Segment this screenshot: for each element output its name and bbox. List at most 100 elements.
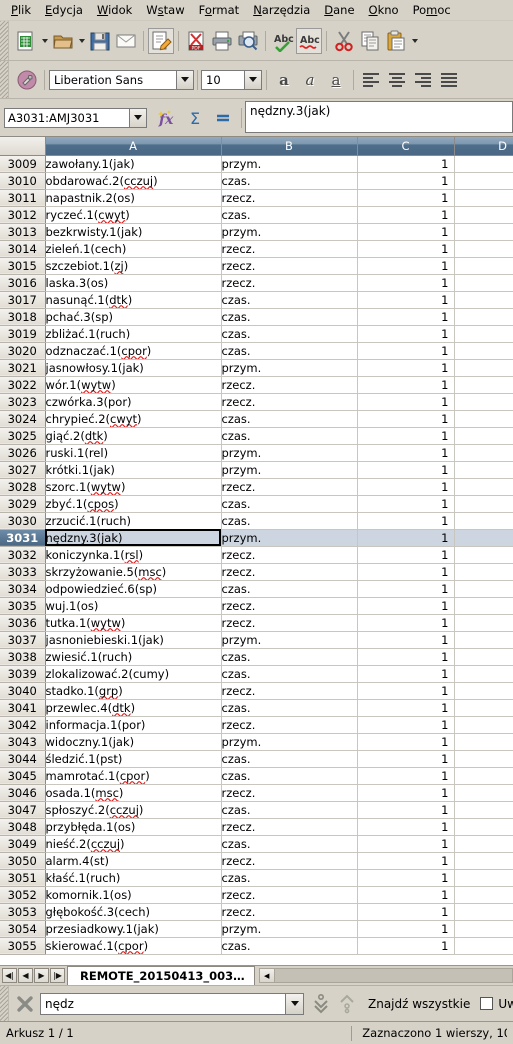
row-header[interactable]: 3054 [0,920,46,938]
table-row[interactable]: 3030 zrzucić.1(ruch) czas. 1 [0,512,513,530]
cell-a[interactable]: nieść.2(cczuj) [45,835,222,853]
find-all-button[interactable]: Znajdź wszystkie [368,997,470,1011]
row-header[interactable]: 3021 [0,359,46,377]
font-size-dropdown-icon[interactable] [245,69,262,90]
column-header-c[interactable]: C [357,137,455,156]
cell-c[interactable]: 1 [357,546,455,564]
menu-item-pomoc[interactable]: Pomoc [406,1,458,19]
table-row[interactable]: 3054 przesiadkowy.1(jak) przym. 1 [0,920,513,938]
font-size-input[interactable]: 10 [201,69,245,90]
cell-c[interactable]: 1 [357,240,455,258]
cell-c[interactable]: 1 [357,699,455,717]
table-row[interactable]: 3049 nieść.2(cczuj) czas. 1 [0,835,513,853]
cell-d[interactable] [454,529,513,547]
cell-d[interactable] [454,682,513,700]
row-header[interactable]: 3016 [0,274,46,292]
cell-d[interactable] [454,869,513,887]
cell-a[interactable]: alarm.4(st) [45,852,222,870]
row-header[interactable]: 3037 [0,631,46,649]
cell-d[interactable] [454,512,513,530]
close-find-icon[interactable] [12,991,38,1017]
row-header[interactable]: 3013 [0,223,46,241]
row-header[interactable]: 3043 [0,733,46,751]
cell-d[interactable] [454,189,513,207]
align-right-icon[interactable] [410,67,436,93]
cell-d[interactable] [454,648,513,666]
name-box-combo[interactable]: A3031:AMJ3031 [4,107,147,128]
menu-item-edycja[interactable]: Edycja [38,1,90,19]
cell-b[interactable]: przym. [221,461,358,479]
row-header[interactable]: 3039 [0,665,46,683]
table-row[interactable]: 3012 ryczeć.1(cwyt) czas. 1 [0,206,513,224]
table-row[interactable]: 3040 stadko.1(grp) rzecz. 1 [0,682,513,700]
cell-d[interactable] [454,495,513,513]
cell-d[interactable] [454,291,513,309]
cell-c[interactable]: 1 [357,274,455,292]
cell-b[interactable]: czas. [221,410,358,428]
paintbrush-styles-icon[interactable] [14,67,40,93]
autospellcheck-icon[interactable]: Abc [296,27,322,54]
table-row[interactable]: 3042 informacja.1(por) rzecz. 1 [0,716,513,734]
cell-a[interactable]: wór.1(wytw) [45,376,222,394]
table-row[interactable]: 3041 przewlec.4(dtk) czas. 1 [0,699,513,717]
cell-c[interactable]: 1 [357,461,455,479]
cell-b[interactable]: rzecz. [221,189,358,207]
cell-a[interactable]: giąć.2(dtk) [45,427,222,445]
table-row[interactable]: 3031 nędzny.3(jak) przym. 1 [0,529,513,547]
bold-button[interactable]: a [271,67,297,93]
cell-a[interactable]: skrzyżowanie.5(msc) [45,563,222,581]
row-header[interactable]: 3049 [0,835,46,853]
cell-c[interactable]: 1 [357,682,455,700]
cell-a[interactable]: wuj.1(os) [45,597,222,615]
select-all-corner[interactable] [0,137,46,156]
cell-d[interactable] [454,903,513,921]
cell-d[interactable] [454,631,513,649]
cell-a[interactable]: zrzucić.1(ruch) [45,512,222,530]
table-row[interactable]: 3015 szczebiot.1(zj) rzecz. 1 [0,257,513,275]
cell-d[interactable] [454,444,513,462]
export-pdf-icon[interactable]: PDF [183,28,209,54]
find-next-icon[interactable] [308,991,334,1017]
cell-a[interactable]: jasnowłosy.1(jak) [45,359,222,377]
cell-b[interactable]: czas. [221,835,358,853]
cell-b[interactable]: czas. [221,801,358,819]
cell-b[interactable]: rzecz. [221,903,358,921]
cell-d[interactable] [454,240,513,258]
horizontal-scrollbar[interactable]: ◀ [258,968,513,983]
row-header[interactable]: 3010 [0,172,46,190]
cell-d[interactable] [454,325,513,343]
cell-a[interactable]: informacja.1(por) [45,716,222,734]
row-header[interactable]: 3051 [0,869,46,887]
cell-a[interactable]: zbliżać.1(ruch) [45,325,222,343]
cell-c[interactable]: 1 [357,512,455,530]
open-folder-icon[interactable] [50,28,76,54]
print-icon[interactable] [209,28,235,54]
row-header[interactable]: 3050 [0,852,46,870]
cell-c[interactable]: 1 [357,410,455,428]
row-header[interactable]: 3027 [0,461,46,479]
cell-c[interactable]: 1 [357,444,455,462]
cell-a[interactable]: napastnik.2(os) [45,189,222,207]
cell-b[interactable]: rzecz. [221,274,358,292]
align-center-icon[interactable] [384,67,410,93]
row-header[interactable]: 3026 [0,444,46,462]
cell-b[interactable]: czas. [221,869,358,887]
row-header[interactable]: 3040 [0,682,46,700]
cell-b[interactable]: czas. [221,767,358,785]
table-row[interactable]: 3039 zlokalizować.2(cumy) czas. 1 [0,665,513,683]
row-header[interactable]: 3020 [0,342,46,360]
row-header[interactable]: 3045 [0,767,46,785]
cell-a[interactable]: bezkrwisty.1(jak) [45,223,222,241]
cell-a[interactable]: przesiadkowy.1(jak) [45,920,222,938]
scrollbar-track[interactable] [274,969,512,982]
table-row[interactable]: 3046 osada.1(msc) rzecz. 1 [0,784,513,802]
cell-c[interactable]: 1 [357,291,455,309]
row-header[interactable]: 3012 [0,206,46,224]
cell-d[interactable] [454,801,513,819]
cell-b[interactable]: rzecz. [221,563,358,581]
table-row[interactable]: 3032 koniczynka.1(rsl) rzecz. 1 [0,546,513,564]
row-header[interactable]: 3042 [0,716,46,734]
cell-b[interactable]: czas. [221,172,358,190]
cell-c[interactable]: 1 [357,597,455,615]
cell-a[interactable]: krótki.1(jak) [45,461,222,479]
